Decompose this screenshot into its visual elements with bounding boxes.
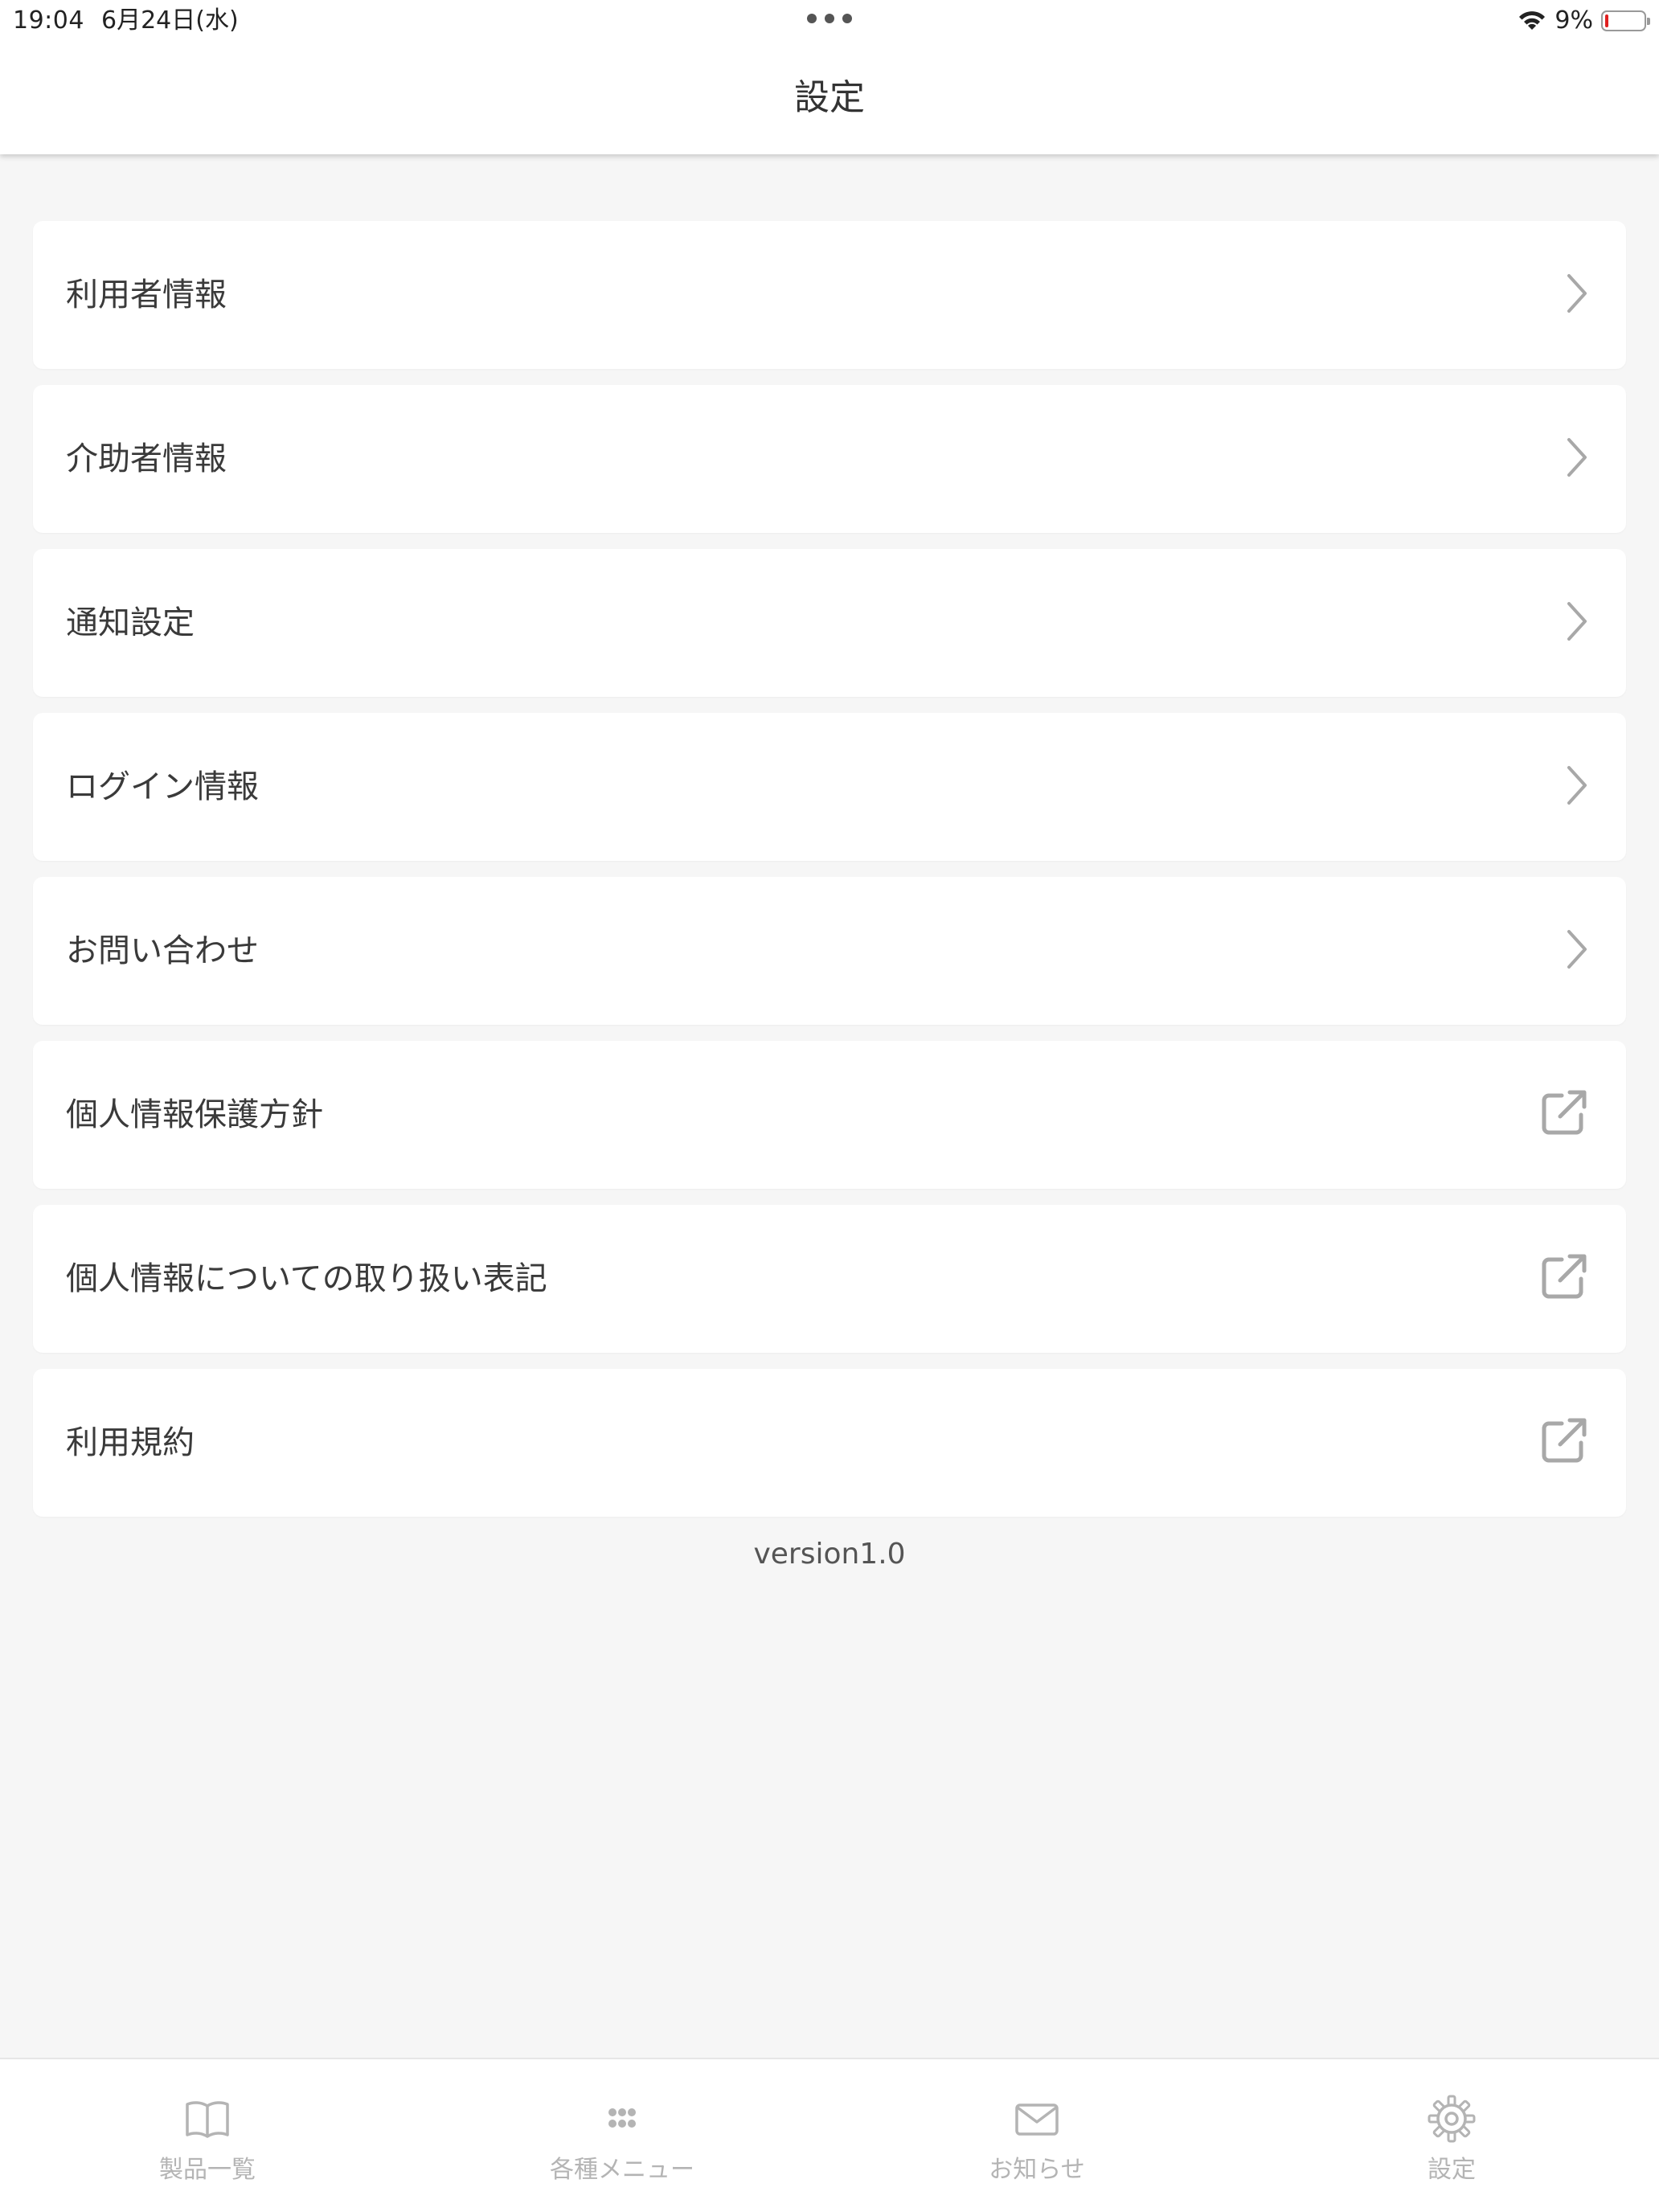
tab-item[interactable]: お知らせ (830, 2059, 1244, 2212)
battery-level-fill (1605, 14, 1608, 27)
chevron-right-icon (1565, 928, 1589, 974)
tab-item[interactable]: 設定 (1244, 2059, 1659, 2212)
settings-menu: 利用者情報介助者情報通知設定ログイン情報 お問い合わせ個人情報保護方針個人情報につ… (33, 221, 1626, 1533)
settings-menu-item[interactable]: 個人情報についての取り扱い表記 (33, 1205, 1626, 1353)
tab-label: お知らせ (989, 2156, 1085, 2184)
battery-percent: 9% (1555, 6, 1593, 35)
external-link-icon (1538, 1088, 1589, 1142)
settings-menu-item[interactable]: 利用者情報 (33, 221, 1626, 369)
chevron-right-icon (1565, 764, 1589, 810)
menu-item-label: 通知設定 (66, 604, 195, 641)
menu-item-label: 個人情報についての取り扱い表記 (66, 1260, 547, 1297)
external-link-icon (1538, 1251, 1589, 1306)
tab-label: 製品一覧 (159, 2156, 256, 2184)
tab-item[interactable]: 製品一覧 (0, 2059, 415, 2212)
menu-item-label: 個人情報保護方針 (66, 1096, 323, 1133)
settings-menu-item[interactable]: 利用規約 (33, 1369, 1626, 1517)
settings-menu-item[interactable]: 介助者情報 (33, 385, 1626, 533)
menu-item-label: お問い合わせ (66, 932, 259, 969)
gear-icon (1428, 2095, 1476, 2143)
tab-label: 各種メニュー (550, 2156, 694, 2184)
wifi-icon (1519, 11, 1546, 30)
settings-menu-item[interactable]: 個人情報保護方針 (33, 1041, 1626, 1189)
top-bar: 19:04 6月24日(水) 9% 設定 (0, 0, 1659, 154)
page-title: 設定 (794, 77, 865, 118)
chevron-right-icon (1565, 436, 1589, 482)
mail-icon (1013, 2095, 1061, 2143)
external-link-icon (1538, 1415, 1589, 1470)
settings-menu-item[interactable]: 通知設定 (33, 549, 1626, 697)
bottom-tab-bar: 製品一覧 各種メニュー お知らせ 設定 (0, 2058, 1659, 2212)
menu-item-label: ログイン情報 (66, 768, 259, 805)
settings-menu-item[interactable]: ログイン情報 (33, 713, 1626, 861)
settings-menu-item[interactable]: お問い合わせ (33, 877, 1626, 1025)
menu-item-label: 介助者情報 (66, 440, 227, 477)
chevron-right-icon (1565, 600, 1589, 646)
menu-item-label: 利用規約 (66, 1424, 195, 1461)
battery-icon (1601, 10, 1650, 31)
status-indicators: 9% (1516, 5, 1650, 37)
chevron-right-icon (1565, 272, 1589, 318)
multitasking-dots-icon[interactable] (807, 14, 852, 25)
tab-label: 設定 (1428, 2156, 1476, 2184)
book-icon (183, 2095, 231, 2143)
status-date: 6月24日(水) (101, 6, 239, 35)
app-version: version1.0 (753, 1538, 906, 1571)
grid-dots-icon (598, 2095, 646, 2143)
status-time: 19:04 (13, 6, 84, 35)
menu-item-label: 利用者情報 (66, 276, 227, 313)
tab-item[interactable]: 各種メニュー (415, 2059, 830, 2212)
